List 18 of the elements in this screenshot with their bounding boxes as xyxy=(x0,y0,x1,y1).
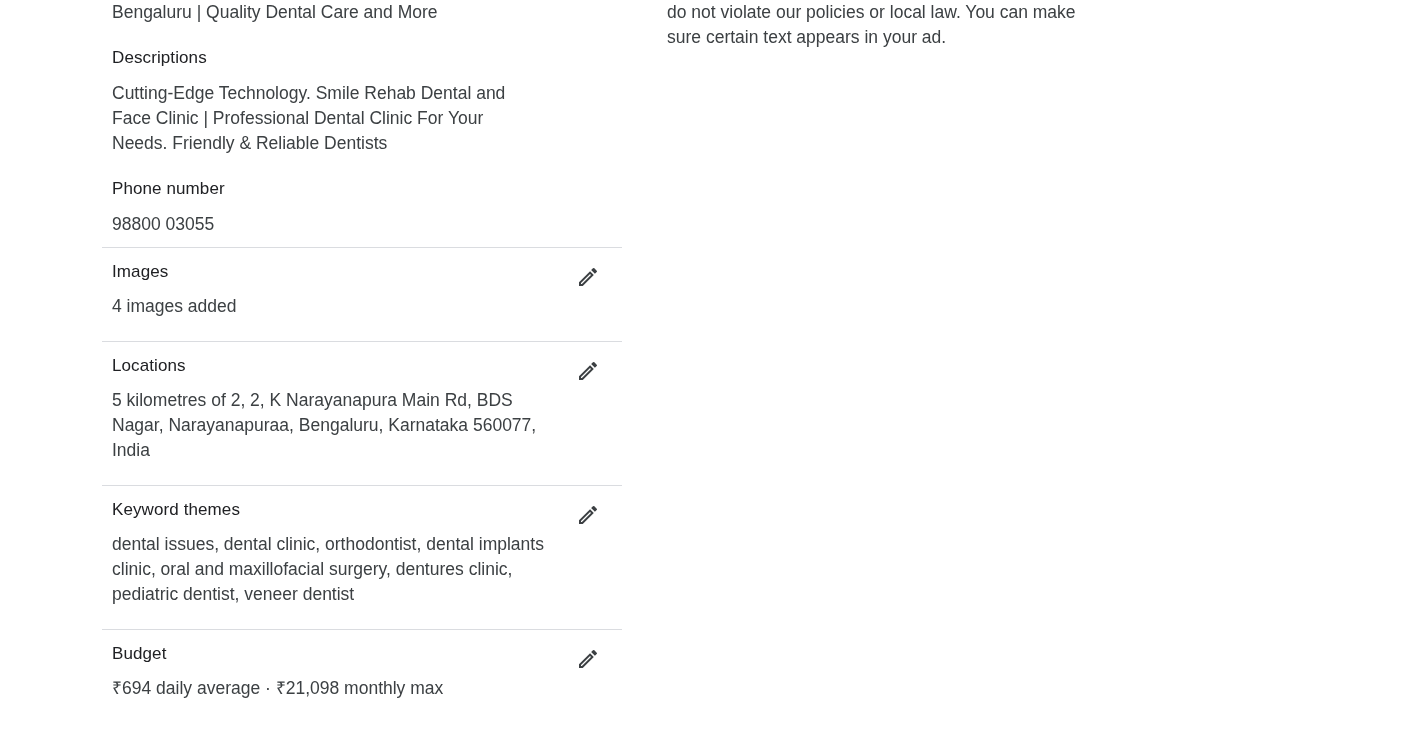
info-text: do not violate our policies or local law. You can make sure certain text appears in your ad. xyxy=(667,1,1077,49)
pencil-icon xyxy=(576,359,600,383)
field-value: 98800 03055 xyxy=(112,213,216,236)
field-label: Phone number xyxy=(112,178,226,200)
section-title: Keyword themes xyxy=(112,499,241,521)
pencil-icon xyxy=(576,503,600,527)
section-value: 4 images added xyxy=(112,295,238,318)
section-value: ₹694 daily average · ₹21,098 monthly max xyxy=(112,677,445,700)
section-title: Budget xyxy=(112,643,168,665)
field-value: Cutting-Edge Technology. Smile Rehab Dental and Face Clinic | Professional Dental Clinic For Your Needs. Friendly & Reliable Dentists xyxy=(112,82,507,155)
pencil-icon xyxy=(576,265,600,289)
section-value: dental issues, dental clinic, orthodontist, dental implants clinic, oral and maxillofacial surgery, dentures clinic, pediatric dentist, veneer dentist xyxy=(112,533,545,606)
section-value: 5 kilometres of 2, 2, K Narayanapura Main Rd, BDS Nagar, Narayanapuraa, Bengaluru, Karnataka 560077, India xyxy=(112,389,538,462)
pencil-icon xyxy=(576,647,600,671)
field-label: Descriptions xyxy=(112,47,208,69)
section-title: Locations xyxy=(112,355,187,377)
section-title: Images xyxy=(112,261,170,283)
headline-text: Bengaluru | Quality Dental Care and More xyxy=(112,1,439,24)
